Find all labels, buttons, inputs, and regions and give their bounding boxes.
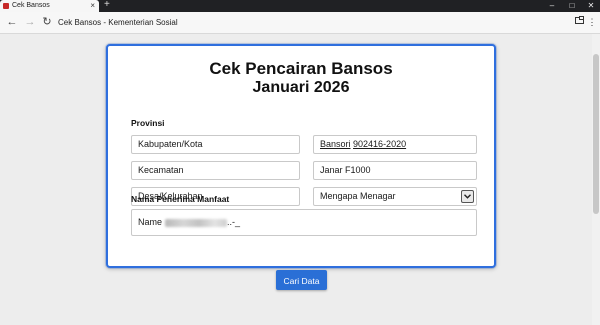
forward-icon[interactable]: → <box>23 16 37 29</box>
new-tab-button[interactable]: + <box>104 0 110 11</box>
tab-strip: Cek Bansos × + – □ ✕ <box>0 0 600 12</box>
kabupaten-field[interactable]: Kabupaten/Kota <box>131 135 300 154</box>
recipient-prefix: Name <box>138 217 163 227</box>
minimize-icon[interactable]: – <box>543 0 561 12</box>
select-value: Mengapa Menagar <box>320 191 396 201</box>
kecamatan-field[interactable]: Kecamatan <box>131 161 300 180</box>
bansos-label: Bansori <box>320 139 351 149</box>
scrollbar[interactable] <box>592 34 600 325</box>
tab-title: Cek Bansos <box>12 2 50 9</box>
favicon-icon <box>3 3 9 9</box>
recipient-suffix: ..-_ <box>227 217 241 227</box>
address-bar[interactable]: Cek Bansos - Kementerian Sosial <box>58 15 558 30</box>
close-window-icon[interactable]: ✕ <box>582 0 600 12</box>
page-title: Cek Pencairan Bansos <box>209 59 393 78</box>
bansos-form-card: Cek Pencairan Bansos Januari 2026 Provin… <box>106 44 496 268</box>
province-label: Provinsi <box>131 118 165 128</box>
tab-cek-bansos[interactable]: Cek Bansos × <box>0 0 99 12</box>
maximize-icon[interactable]: □ <box>563 0 581 12</box>
recipient-name-input[interactable]: Name ..-_ <box>131 209 477 236</box>
page-viewport: Cek Pencairan Bansos Januari 2026 Provin… <box>0 34 592 325</box>
category-select[interactable]: Mengapa Menagar <box>313 187 477 206</box>
reload-icon[interactable]: ↻ <box>40 16 54 29</box>
program-field[interactable]: Janar F1000 <box>313 161 477 180</box>
bansos-code-field[interactable]: Bansori 902416-2020 <box>313 135 477 154</box>
recipient-label: Nama Penerima Manfaat <box>131 194 230 204</box>
bansos-code: 902416-2020 <box>353 139 407 149</box>
cari-data-button[interactable]: Cari Data <box>276 270 327 290</box>
back-icon[interactable]: ← <box>5 16 19 29</box>
cast-icon[interactable] <box>573 16 585 29</box>
redacted-name <box>165 218 228 227</box>
page-subtitle: Januari 2026 <box>252 79 350 96</box>
scrollbar-thumb[interactable] <box>593 54 599 214</box>
browser-toolbar: ← → ↻ Cek Bansos - Kementerian Sosial ⋮ <box>0 12 600 34</box>
chevron-down-icon[interactable] <box>461 190 474 203</box>
menu-icon[interactable]: ⋮ <box>586 16 598 29</box>
close-tab-icon[interactable]: × <box>90 0 95 12</box>
